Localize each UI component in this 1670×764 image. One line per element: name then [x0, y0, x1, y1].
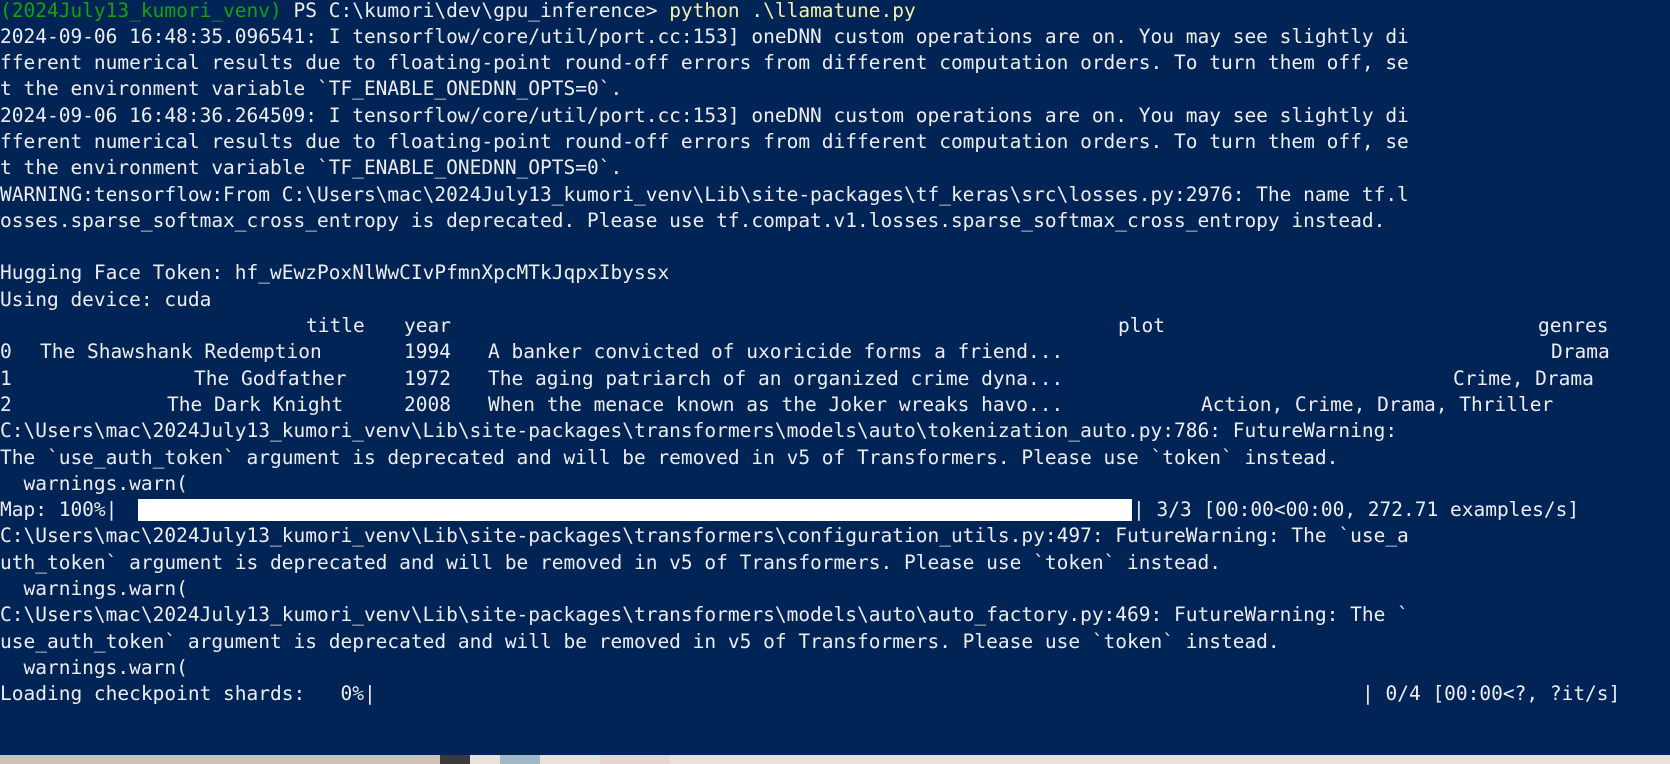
table-header-genres: genres: [1538, 314, 1609, 337]
prompt-line: (2024July13_kumori_venv) PS C:\kumori\de…: [0, 0, 916, 25]
log-line: fferent numerical results due to floatin…: [0, 51, 1409, 74]
warning-line: use_auth_token` argument is deprecated a…: [0, 630, 1280, 653]
window-edge-segment: [440, 755, 470, 764]
table-cell-genres: Crime, Drama: [1453, 367, 1594, 390]
table-cell-year: 1972: [404, 367, 451, 390]
table-row: 1 The Godfather 1972 The aging patriarch…: [0, 365, 1670, 393]
venv-indicator: (2024July13_kumori_venv): [0, 0, 282, 22]
warning-line: warnings.warn(: [0, 472, 188, 495]
map-progress-suffix: | 3/3 [00:00<00:00, 272.71 examples/s]: [1133, 498, 1580, 521]
prompt-path: PS C:\kumori\dev\gpu_inference>: [281, 0, 670, 22]
warning-line: C:\Users\mac\2024July13_kumori_venv\Lib\…: [0, 603, 1409, 626]
log-line: t the environment variable `TF_ENABLE_ON…: [0, 156, 623, 179]
warning-line: warnings.warn(: [0, 656, 188, 679]
table-row: 2 The Dark Knight 2008 When the menace k…: [0, 391, 1670, 419]
powershell-terminal[interactable]: (2024July13_kumori_venv) PS C:\kumori\de…: [0, 0, 1670, 755]
table-cell-title: The Dark Knight: [167, 393, 344, 416]
shards-progress-suffix: | 0/4 [00:00<?, ?it/s]: [1362, 682, 1621, 705]
device-line: Using device: cuda: [0, 288, 212, 311]
table-cell-title: The Godfather: [194, 367, 347, 390]
map-progress-track: [138, 499, 1132, 521]
warning-line: osses.sparse_softmax_cross_entropy is de…: [0, 209, 1386, 232]
map-progress-fill: [138, 499, 1132, 521]
hf-token-line: Hugging Face Token: hf_wEwzPoxNlWwCIvPfm…: [0, 261, 670, 284]
table-header-row: title year plot genres: [0, 312, 1670, 340]
shards-progress-line: Loading checkpoint shards: 0%| | 0/4 [00…: [0, 680, 1670, 708]
log-line: 2024-09-06 16:48:35.096541: I tensorflow…: [0, 25, 1409, 48]
desktop-background-strip: [0, 755, 1670, 764]
window-edge-segment: [600, 755, 670, 764]
table-cell-genres: Action, Crime, Drama, Thriller: [1201, 393, 1554, 416]
warning-line: warnings.warn(: [0, 577, 188, 600]
table-cell-plot: A banker convicted of uxoricide forms a …: [488, 340, 1064, 363]
table-header-year: year: [404, 314, 451, 337]
map-progress-prefix: Map: 100%|: [0, 498, 118, 521]
warning-line: uth_token` argument is deprecated and wi…: [0, 551, 1221, 574]
table-row: 0 The Shawshank Redemption 1994 A banker…: [0, 338, 1670, 366]
table-cell-year: 1994: [404, 340, 451, 363]
shards-progress-track: [440, 683, 1360, 705]
prompt-command: python .\llamatune.py: [669, 0, 916, 22]
table-header-plot: plot: [1118, 314, 1165, 337]
warning-line: C:\Users\mac\2024July13_kumori_venv\Lib\…: [0, 419, 1398, 442]
desktop-wallpaper-segment: [0, 755, 440, 764]
table-cell-year: 2008: [404, 393, 451, 416]
log-line: t the environment variable `TF_ENABLE_ON…: [0, 77, 623, 100]
table-header-title: title: [306, 314, 365, 337]
window-edge-segment: [500, 755, 540, 764]
map-progress-line: Map: 100%| | 3/3 [00:00<00:00, 272.71 ex…: [0, 496, 1670, 524]
table-cell-genres: Drama: [1551, 340, 1610, 363]
table-row-index: 1: [0, 367, 12, 390]
table-row-index: 0: [0, 340, 12, 363]
warning-line: WARNING:tensorflow:From C:\Users\mac\202…: [0, 183, 1409, 206]
log-line: 2024-09-06 16:48:36.264509: I tensorflow…: [0, 104, 1409, 127]
table-cell-plot: When the menace known as the Joker wreak…: [488, 393, 1064, 416]
table-cell-plot: The aging patriarch of an organized crim…: [488, 367, 1064, 390]
table-row-index: 2: [0, 393, 12, 416]
shards-progress-prefix: Loading checkpoint shards: 0%|: [0, 682, 376, 705]
warning-line: The `use_auth_token` argument is depreca…: [0, 446, 1339, 469]
table-cell-title: The Shawshank Redemption: [40, 340, 322, 363]
warning-line: C:\Users\mac\2024July13_kumori_venv\Lib\…: [0, 524, 1409, 547]
log-line: fferent numerical results due to floatin…: [0, 130, 1409, 153]
